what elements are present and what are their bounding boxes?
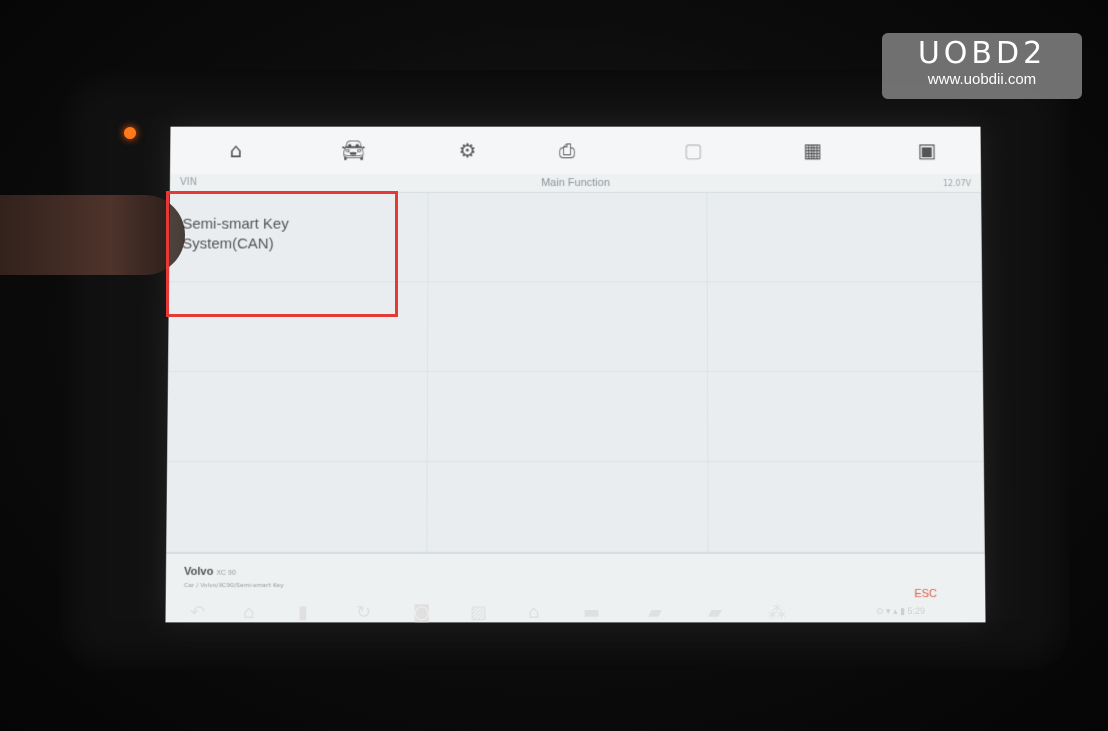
vehicle-icon[interactable]: 🚘︎ [339,137,367,165]
status-bar: ⊙ ▾ ▴ ▮ 5:29 [876,606,926,616]
screenshot-icon[interactable]: ▣ [913,137,941,165]
power-led [124,127,136,139]
vehicle-name: Volvo XC 90 [184,565,237,578]
function-tile-empty [428,282,708,373]
car-icon[interactable]: ▰ [648,602,662,623]
recent-apps-icon[interactable]: ▮ [298,602,308,623]
car-icon[interactable]: ▰ [708,602,722,623]
refresh-icon[interactable]: ↻ [356,602,371,623]
highlight-box [166,191,398,317]
function-tile-empty [167,372,429,463]
top-toolbar: ⌂ 🚘︎ ⚙︎ ⎙ ▢ ▦ ▣ [170,126,981,176]
function-tile-empty [707,372,984,463]
function-tile-empty [707,192,983,283]
print-icon[interactable]: ⎙ [553,137,581,165]
network-icon[interactable]: ⁂ [768,602,786,623]
back-icon[interactable]: ↶ [190,602,205,623]
battery-voltage: 12.07V [942,179,972,188]
function-tile-empty [428,192,708,283]
function-tile-empty [166,462,428,553]
watermark: UOBD2 www.uobdii.com [882,33,1082,99]
function-tile-empty [707,282,983,373]
watermark-title: UOBD2 [917,36,1047,71]
home-icon[interactable]: ⌂ [528,602,539,623]
home-icon[interactable]: ⌂ [222,137,250,165]
watermark-url: www.uobdii.com [927,71,1037,88]
image-icon[interactable]: ▨ [470,602,487,623]
vci-icon[interactable]: ▬ [583,602,600,623]
function-tile-empty [427,462,709,553]
data-logging-icon[interactable]: ▦ [799,137,827,165]
android-nav-bar: ↶ ⌂ ▮ ↻ ◙ ▨ ⌂ ▬ ▰ ▰ ⁂ ⊙ ▾ ▴ ▮ 5:29 [168,596,983,636]
home-icon[interactable]: ⌂ [243,602,254,623]
help-icon[interactable]: ▢ [679,137,707,165]
finger [0,195,185,275]
function-tile-empty [427,372,709,463]
function-tile-empty [708,462,985,553]
page-title: Main Function [541,177,610,189]
settings-icon[interactable]: ⚙︎ [454,137,482,165]
camera-icon[interactable]: ◙ [413,602,430,623]
vehicle-path: Car / Volvo/XC90/Semi-smart Key [183,581,284,590]
